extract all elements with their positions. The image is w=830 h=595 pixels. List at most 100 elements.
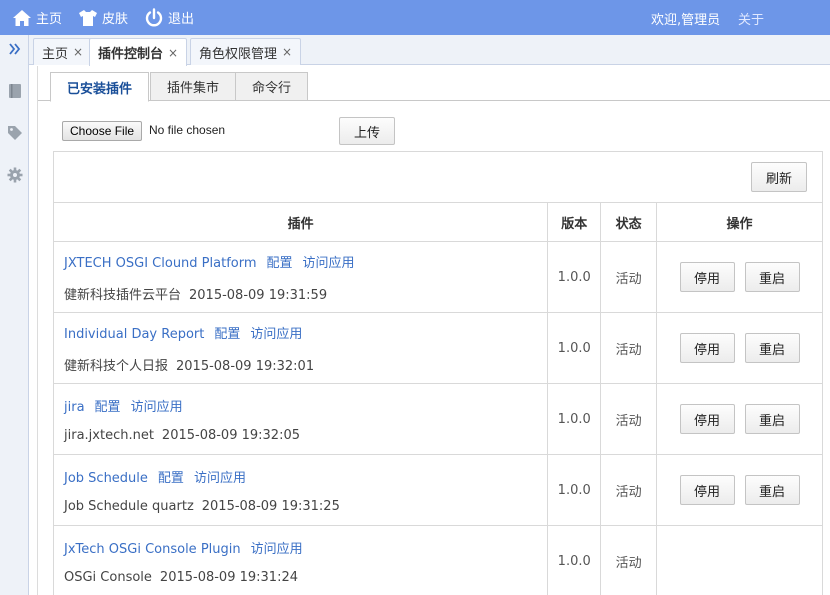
welcome-text: 欢迎,管理员 <box>651 13 721 28</box>
plugin-link[interactable]: 配置 <box>267 256 293 271</box>
file-status-text: No file chosen <box>149 123 226 137</box>
tab-role-permission[interactable]: 角色权限管理 × <box>190 38 302 65</box>
disable-button[interactable]: 停用 <box>679 475 735 505</box>
tab-close-icon[interactable]: × <box>73 45 83 59</box>
plugin-description: OSGi Console <box>64 569 152 585</box>
tshirt-icon <box>79 9 98 26</box>
tab-plugin-console[interactable]: 插件控制台 × <box>89 38 188 66</box>
plugin-title-line: JxTech OSGi Console Plugin 访问应用 <box>64 538 537 557</box>
status-cell: 活动 <box>600 383 658 455</box>
restart-button[interactable]: 重启 <box>744 333 800 363</box>
plugin-date: 2015-08-09 19:31:24 <box>159 569 298 585</box>
plugin-link[interactable]: 访问应用 <box>250 327 302 342</box>
expand-chevrons-icon[interactable] <box>0 43 29 55</box>
book-icon[interactable] <box>0 83 29 99</box>
plugin-desc-line: 健新科技插件云平台 2015-08-09 19:31:59 <box>64 284 537 303</box>
tab-close-icon[interactable]: × <box>282 45 292 59</box>
header-plugin: 插件 <box>52 202 549 242</box>
plugin-title-line: Job Schedule 配置 访问应用 <box>64 467 537 486</box>
status-cell: 活动 <box>600 241 658 313</box>
nav-home-label: 主页 <box>36 12 63 27</box>
plugin-name-link[interactable]: Job Schedule <box>64 471 148 486</box>
ops-cell: 停用 重启 <box>656 454 823 526</box>
refresh-button[interactable]: 刷新 <box>751 162 807 192</box>
tab-close-icon[interactable]: × <box>168 46 178 60</box>
plugin-title-line: JXTECH OSGI Clound Platform 配置 访问应用 <box>64 252 537 271</box>
header-ops: 操作 <box>656 202 823 242</box>
plugin-link[interactable]: 配置 <box>158 471 184 486</box>
table-row: JxTech OSGi Console Plugin 访问应用 OSGi Cons… <box>52 525 823 595</box>
plugin-link[interactable]: 访问应用 <box>131 400 183 415</box>
tag-icon[interactable] <box>0 125 29 141</box>
plugin-desc-line: Job Schedule quartz 2015-08-09 19:31:25 <box>64 499 537 514</box>
header-version: 版本 <box>547 202 602 242</box>
plugin-link[interactable]: 访问应用 <box>194 471 246 486</box>
tab-plugin-market[interactable]: 插件集市 <box>150 72 237 101</box>
plugin-table: 插件 版本 状态 操作 JXTECH OSGI Clound Platform 配… <box>52 202 823 595</box>
upload-button[interactable]: 上传 <box>339 117 395 145</box>
plugin-date: 2015-08-09 19:32:05 <box>161 427 300 443</box>
page-tab-strip: 主页 × 插件控制台 × 角色权限管理 × <box>29 35 830 66</box>
nav-logout[interactable]: 退出 <box>144 7 195 28</box>
plugin-name-link[interactable]: JXTECH OSGI Clound Platform <box>64 256 257 271</box>
plugin-name-link[interactable]: Individual Day Report <box>64 327 204 342</box>
tab-command-line-label: 命令行 <box>252 81 292 96</box>
version-cell: 1.0.0 <box>547 454 602 526</box>
ops-cell <box>656 525 823 595</box>
ops-cell: 停用 重启 <box>656 312 823 384</box>
home-icon <box>13 9 31 26</box>
plugin-description: jira.jxtech.net <box>64 427 154 443</box>
ops-cell: 停用 重启 <box>656 241 823 313</box>
ops-cell: 停用 重启 <box>656 383 823 455</box>
plugin-cell: JXTECH OSGI Clound Platform 配置 访问应用 健新科技插件… <box>52 241 549 313</box>
plugin-cell: Job Schedule 配置 访问应用 Job Schedule quartz 20… <box>52 454 549 526</box>
top-bar: 主页 皮肤 退出 欢迎,管理员 关于 <box>0 0 830 35</box>
tab-role-permission-label: 角色权限管理 <box>199 46 278 62</box>
tab-plugin-console-label: 插件控制台 <box>98 47 164 62</box>
ops-group: 停用 重启 <box>657 333 822 363</box>
table-row: Job Schedule 配置 访问应用 Job Schedule quartz 20… <box>52 454 823 526</box>
plugin-cell: jira 配置 访问应用 jira.jxtech.net 2015-08-09 19:… <box>52 383 549 455</box>
version-cell: 1.0.0 <box>547 383 602 455</box>
plugin-link[interactable]: 访问应用 <box>303 256 355 271</box>
version-cell: 1.0.0 <box>547 241 602 313</box>
restart-button[interactable]: 重启 <box>744 404 800 434</box>
version-cell: 1.0.0 <box>547 525 602 595</box>
restart-button[interactable]: 重启 <box>744 262 800 292</box>
disable-button[interactable]: 停用 <box>679 333 735 363</box>
plugin-link[interactable]: 访问应用 <box>251 542 303 557</box>
tab-home[interactable]: 主页 × <box>33 38 93 65</box>
plugin-cell: Individual Day Report 配置 访问应用 健新科技个人日报 2015… <box>52 312 549 384</box>
disable-button[interactable]: 停用 <box>679 262 735 292</box>
tab-installed-plugins[interactable]: 已安装插件 <box>50 72 150 102</box>
tab-command-line[interactable]: 命令行 <box>235 72 309 101</box>
nav-skin[interactable]: 皮肤 <box>78 8 128 27</box>
table-row: Individual Day Report 配置 访问应用 健新科技个人日报 2015… <box>52 312 823 384</box>
tab-installed-plugins-label: 已安装插件 <box>67 81 133 97</box>
table-header-row: 插件 版本 状态 操作 <box>52 202 823 242</box>
plugin-desc-line: jira.jxtech.net 2015-08-09 19:32:05 <box>64 428 537 443</box>
gear-icon[interactable] <box>0 167 29 183</box>
nav-home[interactable]: 主页 <box>12 8 62 27</box>
about-link[interactable]: 关于 <box>738 9 764 28</box>
status-cell: 活动 <box>600 312 658 384</box>
plugin-description: Job Schedule quartz <box>64 498 194 514</box>
ops-group: 停用 重启 <box>657 262 822 292</box>
disable-button[interactable]: 停用 <box>679 404 735 434</box>
header-status: 状态 <box>600 202 658 242</box>
plugin-date: 2015-08-09 19:31:25 <box>201 498 340 514</box>
plugin-name-link[interactable]: jira <box>64 400 85 415</box>
restart-button[interactable]: 重启 <box>744 475 800 505</box>
version-cell: 1.0.0 <box>547 312 602 384</box>
choose-file-button[interactable]: Choose File <box>62 121 143 141</box>
power-icon <box>145 7 163 26</box>
plugin-link[interactable]: 配置 <box>214 327 240 342</box>
plugin-name-link[interactable]: JxTech OSGi Console Plugin <box>64 542 241 557</box>
plugin-title-line: Individual Day Report 配置 访问应用 <box>64 323 537 342</box>
nav-logout-label: 退出 <box>168 12 195 27</box>
tab-home-label: 主页 <box>42 46 69 62</box>
table-row: JXTECH OSGI Clound Platform 配置 访问应用 健新科技插件… <box>52 241 823 313</box>
plugin-cell: JxTech OSGi Console Plugin 访问应用 OSGi Cons… <box>52 525 549 595</box>
plugin-date: 2015-08-09 19:32:01 <box>176 358 315 374</box>
plugin-link[interactable]: 配置 <box>95 400 121 415</box>
